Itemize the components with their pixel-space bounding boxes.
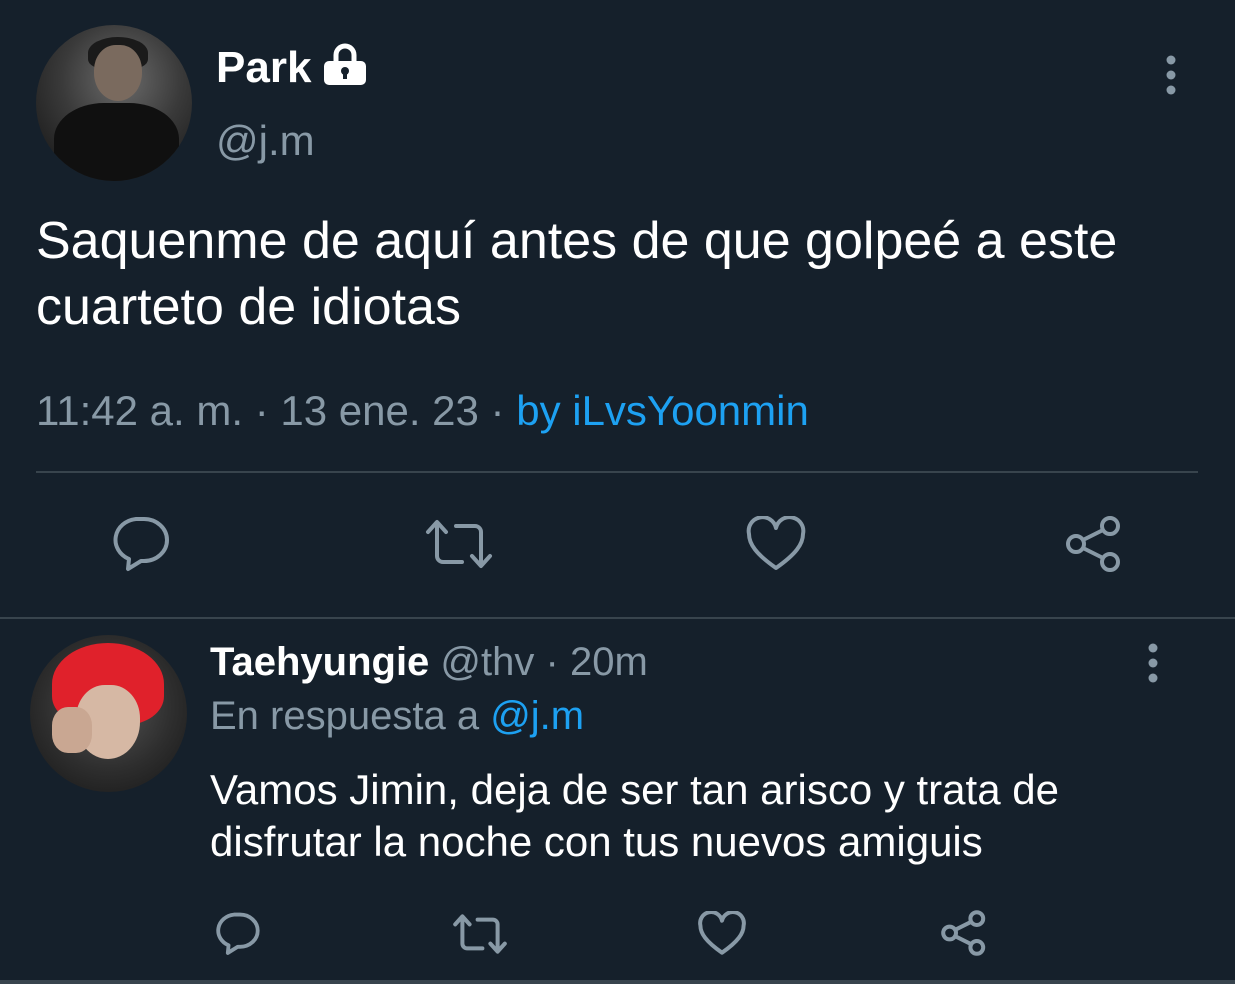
reply-icon — [216, 912, 260, 955]
reply-handle[interactable]: @thv — [440, 640, 534, 684]
reply-separator: · — [545, 640, 559, 684]
reply-button[interactable] — [214, 910, 260, 956]
tweet-source-link[interactable]: by iLvsYoonmin — [516, 387, 809, 434]
share-icon — [941, 910, 986, 956]
retweet-button[interactable] — [452, 913, 508, 955]
like-button[interactable] — [746, 516, 806, 572]
user-handle[interactable]: @j.m — [216, 116, 315, 166]
avatar-hand — [52, 707, 92, 753]
reply-icon — [113, 517, 169, 571]
retweet-icon — [426, 520, 492, 568]
main-tweet: Park @j.m Saquenme de aquí antes de que … — [0, 0, 1235, 618]
meta-separator: · — [490, 387, 505, 434]
retweet-button[interactable] — [424, 518, 494, 570]
tweet-date[interactable]: 13 ene. 23 — [280, 387, 479, 434]
reply-age[interactable]: 20m — [570, 640, 648, 684]
share-button[interactable] — [1064, 514, 1124, 574]
avatar-shirt — [54, 103, 179, 181]
more-vertical-icon[interactable] — [1146, 641, 1160, 685]
tweet-divider — [0, 617, 1235, 619]
retweet-icon — [453, 914, 507, 954]
reply-display-name[interactable]: Taehyungie — [210, 640, 429, 684]
bottom-divider — [0, 980, 1235, 984]
heart-icon — [698, 911, 746, 955]
reply-avatar[interactable] — [30, 635, 187, 792]
share-button[interactable] — [940, 909, 988, 957]
lock-icon — [324, 43, 366, 85]
tweet-text: Saquenme de aquí antes de que golpeé a e… — [36, 212, 1118, 336]
tweet-meta: 11:42 a. m. · 13 ene. 23 · by iLvsYoonmi… — [36, 385, 809, 437]
reply-header: Taehyungie @thv · 20m — [210, 636, 648, 688]
reply-button[interactable] — [110, 514, 170, 572]
reply-context: En respuesta a @j.m — [210, 690, 584, 742]
reply-mention-link[interactable]: @j.m — [490, 694, 584, 738]
reply-text: Vamos Jimin, deja de ser tan arisco y tr… — [210, 766, 1059, 865]
share-icon — [1066, 516, 1120, 572]
like-button[interactable] — [698, 911, 746, 956]
more-vertical-icon[interactable] — [1164, 53, 1178, 97]
heart-icon — [746, 516, 806, 570]
meta-separator: · — [254, 387, 269, 434]
display-name[interactable]: Park — [216, 42, 311, 94]
reply-prefix: En respuesta a — [210, 694, 480, 738]
tweet-time[interactable]: 11:42 a. m. — [36, 387, 243, 434]
avatar-face — [94, 45, 142, 101]
divider — [36, 471, 1198, 473]
avatar[interactable] — [36, 25, 192, 181]
